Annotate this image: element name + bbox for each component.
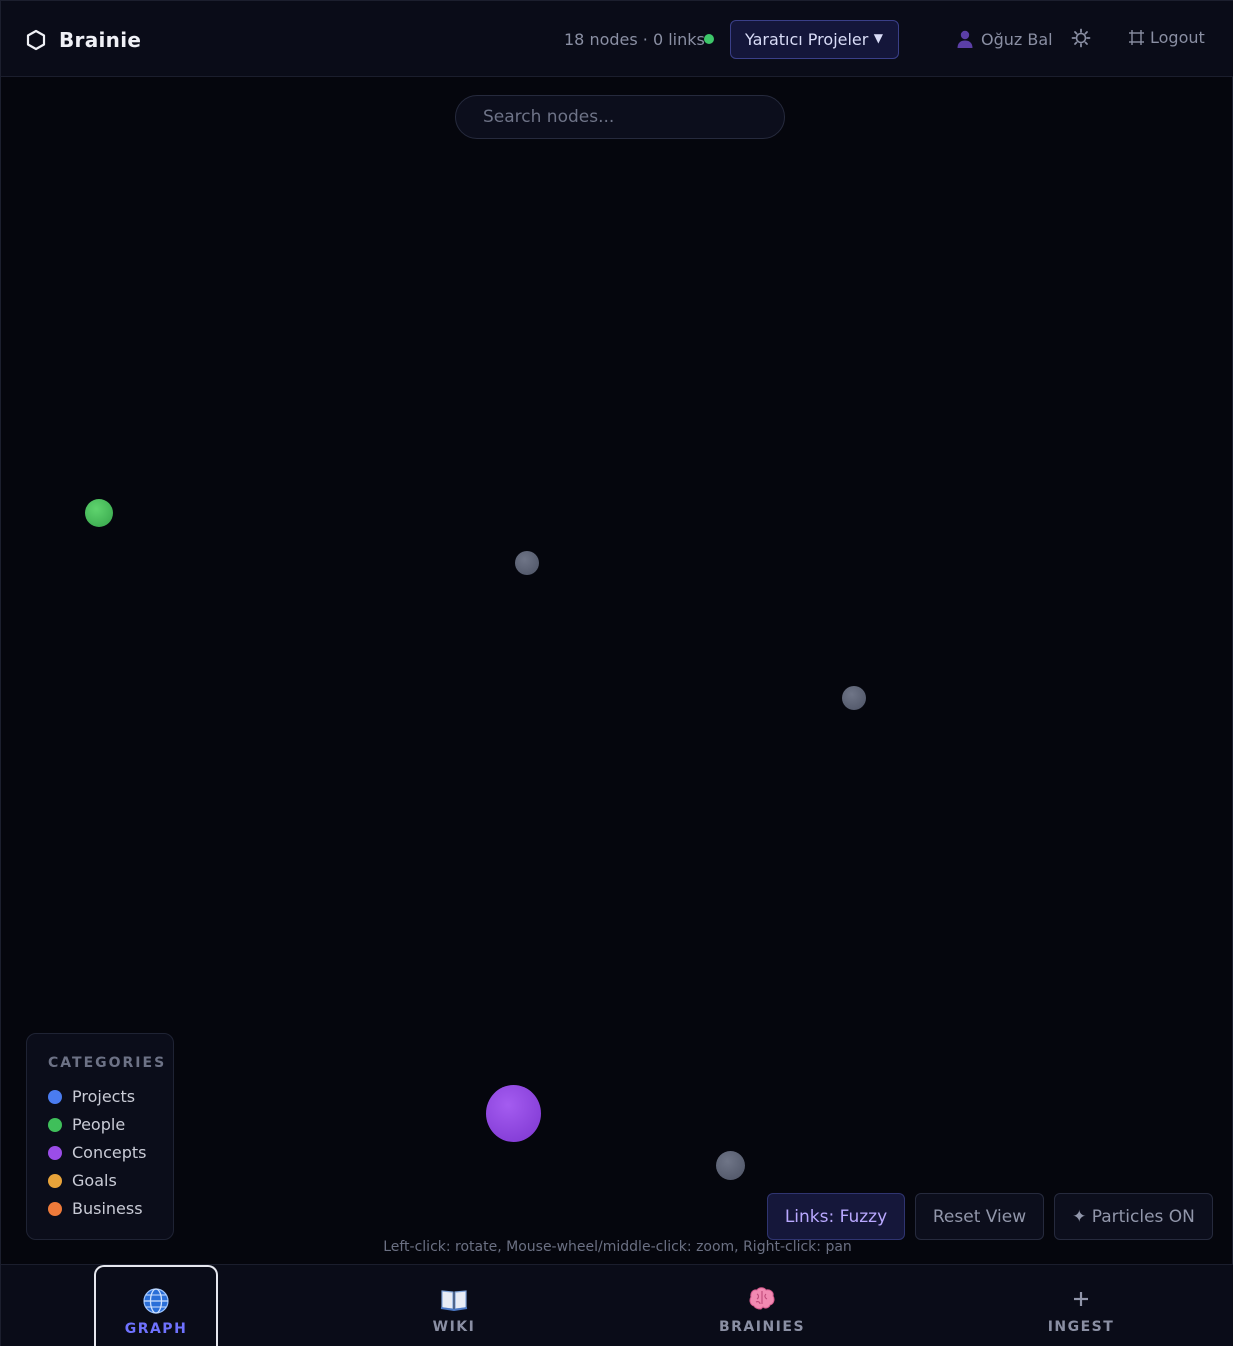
plus-icon (1067, 1285, 1095, 1313)
legend-item-people: People (48, 1115, 125, 1134)
legend-dot (48, 1173, 62, 1188)
legend-dot (48, 1089, 62, 1104)
nav-tab-ingest[interactable]: INGEST (1019, 1265, 1143, 1346)
brand[interactable]: Brainie (26, 28, 141, 52)
workspace-select[interactable]: Yaratıcı Projeler ▼ (730, 20, 899, 59)
legend-title: CATEGORIES (48, 1055, 167, 1071)
nav-tab-graph[interactable]: GRAPH (94, 1265, 218, 1346)
nav-label: WIKI (432, 1319, 476, 1335)
graph-node[interactable] (842, 686, 866, 710)
legend-label: People (72, 1115, 126, 1134)
legend-dot (48, 1201, 62, 1216)
graph-node[interactable] (515, 551, 539, 575)
reset-view-button[interactable]: Reset View (915, 1193, 1044, 1240)
legend-label: Projects (72, 1087, 136, 1106)
user-icon (957, 30, 973, 48)
logout-button[interactable]: Logout (1128, 28, 1205, 47)
gear-icon[interactable] (1071, 28, 1091, 48)
nav-tab-wiki[interactable]: WIKI (392, 1265, 516, 1346)
nav-label: BRAINIES (718, 1319, 806, 1335)
links-mode-button[interactable]: Links: Fuzzy (767, 1193, 905, 1240)
controls-hint: Left-click: rotate, Mouse-wheel/middle-c… (383, 1239, 852, 1255)
categories-legend: CATEGORIES Projects People Concepts Goal… (26, 1033, 174, 1240)
legend-label: Concepts (72, 1143, 147, 1162)
legend-dot (48, 1117, 62, 1132)
nav-label: GRAPH (124, 1321, 188, 1337)
top-header: Brainie 18 nodes · 0 links Yaratıcı Proj… (1, 1, 1233, 77)
legend-item-concepts: Concepts (48, 1143, 147, 1162)
legend-item-goals: Goals (48, 1171, 117, 1190)
nav-label: INGEST (1047, 1319, 1115, 1335)
book-icon (440, 1285, 468, 1313)
brand-name: Brainie (59, 28, 142, 52)
hexagon-logo-icon (26, 29, 46, 51)
legend-label: Business (72, 1199, 143, 1218)
bottom-nav: GRAPH WIKI BRAINIES INGEST (1, 1264, 1233, 1346)
connection-status-dot (704, 34, 714, 44)
graph-node[interactable] (716, 1151, 745, 1180)
legend-dot (48, 1145, 62, 1160)
legend-label: Goals (72, 1171, 117, 1190)
legend-item-business: Business (48, 1199, 143, 1218)
user-menu[interactable]: Oğuz Bal (956, 29, 1053, 49)
chevron-down-icon: ▼ (873, 31, 883, 45)
app-window: Brainie 18 nodes · 0 links Yaratıcı Proj… (0, 0, 1233, 1346)
graph-canvas[interactable] (1, 78, 1233, 1264)
logout-icon (1129, 30, 1144, 45)
legend-item-projects: Projects (48, 1087, 135, 1106)
nav-tab-brainies[interactable]: BRAINIES (700, 1265, 824, 1346)
globe-icon (142, 1287, 170, 1315)
brain-icon (748, 1285, 776, 1313)
graph-stats: 18 nodes · 0 links (564, 30, 705, 49)
user-name: Oğuz Bal (981, 29, 1053, 49)
graph-node[interactable] (486, 1085, 541, 1142)
graph-node[interactable] (85, 499, 113, 527)
workspace-select-value: Yaratıcı Projeler (745, 30, 869, 49)
particles-toggle-button[interactable]: ✦ Particles ON (1054, 1193, 1213, 1240)
logout-label: Logout (1150, 28, 1205, 47)
